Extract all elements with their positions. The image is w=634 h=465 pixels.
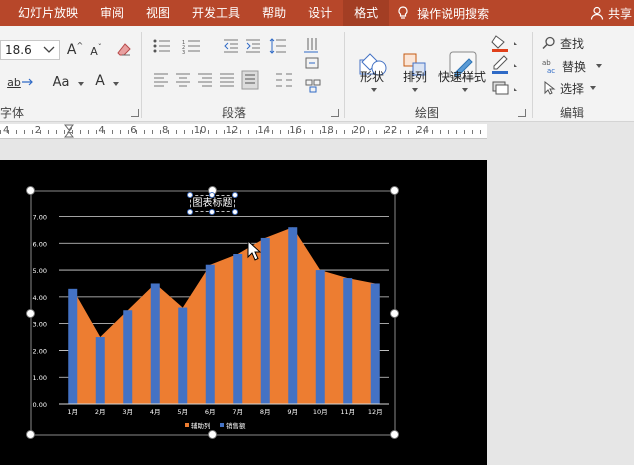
bar-sales	[205, 264, 215, 404]
bar-sales	[95, 337, 105, 404]
shape-format-buttons	[491, 35, 517, 95]
bar-sales	[288, 227, 298, 404]
search-icon	[542, 36, 555, 50]
legend-label: 销售额	[226, 421, 246, 430]
share-button[interactable]: 共享	[590, 0, 634, 26]
person-icon	[590, 6, 604, 20]
resize-handle-bottom-left[interactable]	[26, 430, 35, 439]
share-label: 共享	[607, 6, 632, 21]
bar-sales	[233, 254, 243, 404]
resize-handle-bottom-right[interactable]	[390, 430, 399, 439]
drawing-dialog-launcher-icon[interactable]	[518, 109, 526, 117]
replace-icon: abac	[542, 59, 555, 74]
y-tick-label: 5.00	[33, 267, 47, 275]
resize-handle-left[interactable]	[26, 309, 35, 318]
group-divider	[532, 32, 533, 118]
title-handle[interactable]	[232, 209, 238, 215]
select-dropdown-icon[interactable]	[590, 86, 596, 90]
y-tick-label: 3.00	[33, 321, 47, 329]
find-label: 查找	[560, 36, 585, 51]
mouse-pointer-icon	[247, 240, 261, 261]
x-tick-label: 12月	[368, 408, 383, 416]
find-button[interactable]: 查找	[542, 34, 584, 52]
shape-outline-icon[interactable]	[492, 55, 517, 74]
x-tick-label: 2月	[95, 408, 106, 416]
cursor-icon	[544, 81, 556, 95]
legend-label: 辅助列	[191, 421, 211, 430]
x-tick-label: 7月	[232, 408, 243, 416]
bar-sales	[178, 307, 188, 404]
legend-swatch	[185, 423, 189, 427]
column-chart[interactable]: 0.00 1.00 2.00 3.00 4.00 5.00 6.00 7.00 1月 2月 3月 4月…	[0, 0, 487, 465]
resize-handle-top-left[interactable]	[26, 186, 35, 195]
legend-swatch	[220, 423, 224, 427]
shape-fill-icon[interactable]	[491, 35, 517, 52]
bar-sales	[123, 310, 133, 404]
title-handle[interactable]	[209, 192, 215, 198]
resize-handle-bottom[interactable]	[208, 430, 217, 439]
resize-handle-top-right[interactable]	[390, 186, 399, 195]
x-tick-label: 10月	[313, 408, 328, 416]
title-handle[interactable]	[187, 209, 193, 215]
x-tick-label: 5月	[177, 408, 188, 416]
x-tick-label: 11月	[340, 408, 355, 416]
bar-sales	[343, 278, 353, 404]
bar-sales	[150, 283, 160, 404]
bar-sales	[260, 237, 270, 404]
y-tick-label: 1.00	[33, 374, 47, 382]
y-tick-label: 6.00	[33, 240, 47, 248]
title-handle[interactable]	[187, 192, 193, 198]
svg-text:ab: ab	[542, 59, 551, 67]
y-tick-label: 4.00	[33, 294, 47, 302]
x-tick-label: 9月	[287, 408, 298, 416]
shape-effects-icon[interactable]	[492, 81, 517, 95]
select-label: 选择	[560, 81, 585, 96]
editing-group-label: 编辑	[560, 106, 585, 120]
x-tick-label: 6月	[205, 408, 216, 416]
replace-button[interactable]: ab ac 替换	[542, 57, 586, 75]
replace-label: 替换	[562, 59, 587, 74]
replace-dropdown-icon[interactable]	[596, 64, 602, 68]
x-tick-label: 3月	[122, 408, 133, 416]
area-series-auxiliary	[72, 227, 376, 404]
y-tick-label: 0.00	[33, 401, 47, 409]
bar-sales	[315, 270, 325, 404]
x-tick-label: 4月	[150, 408, 161, 416]
svg-text:ac: ac	[547, 67, 555, 74]
resize-handle-right[interactable]	[390, 309, 399, 318]
x-tick-label: 1月	[67, 408, 78, 416]
bar-sales	[370, 283, 380, 404]
select-button[interactable]: 选择	[542, 79, 584, 97]
y-tick-label: 7.00	[33, 214, 47, 222]
title-handle[interactable]	[209, 209, 215, 215]
x-tick-label: 8月	[260, 408, 271, 416]
bar-sales	[68, 288, 78, 404]
ruler-inactive-area	[487, 124, 634, 139]
y-tick-label: 2.00	[33, 347, 47, 355]
title-handle[interactable]	[232, 192, 238, 198]
